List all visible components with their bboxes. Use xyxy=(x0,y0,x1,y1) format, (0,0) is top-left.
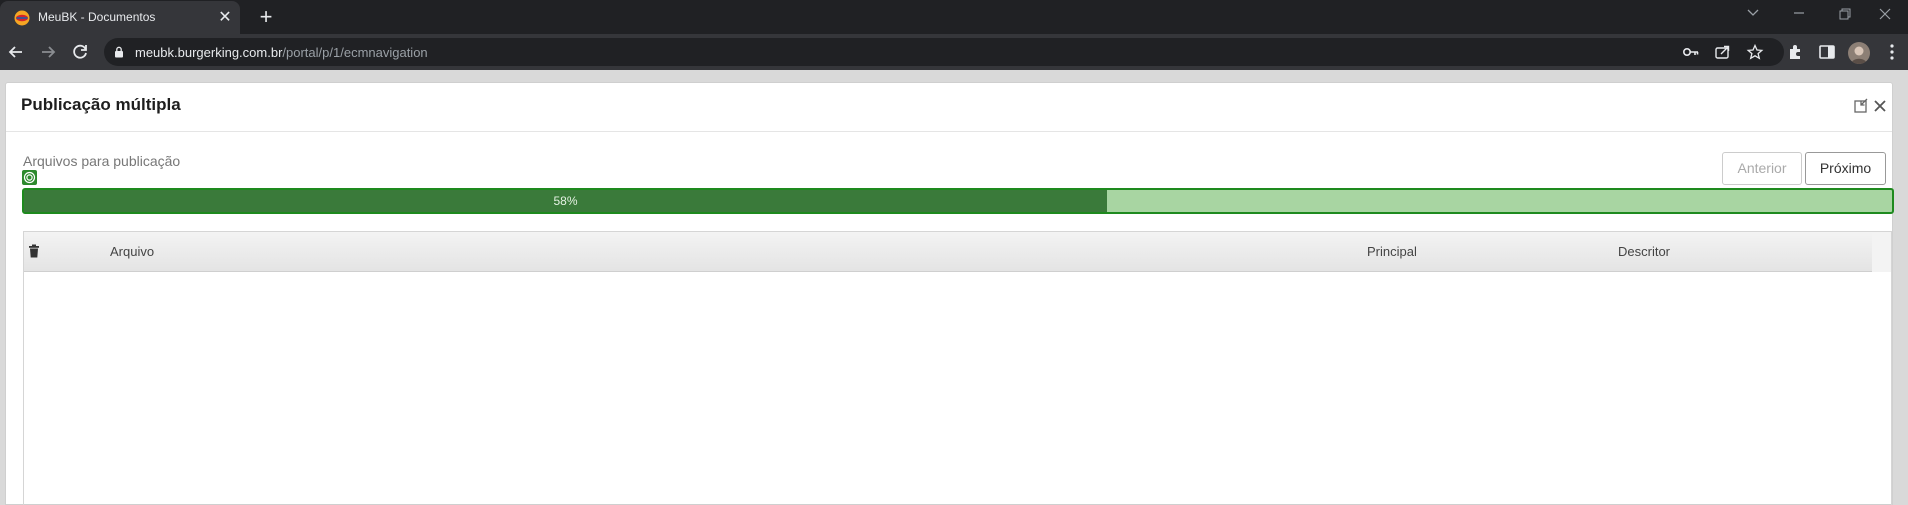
tab-search-icon[interactable] xyxy=(1730,0,1776,28)
back-icon[interactable] xyxy=(5,41,27,63)
forward-icon[interactable] xyxy=(37,41,59,63)
upload-progress-bar: 58% xyxy=(22,188,1894,214)
reload-icon[interactable] xyxy=(69,41,91,63)
close-tab-icon[interactable]: ✕ xyxy=(216,9,234,27)
url-host: meubk.burgerking.com.br xyxy=(135,45,283,60)
progress-target-icon xyxy=(22,170,37,185)
side-panel-icon[interactable] xyxy=(1818,43,1836,61)
modal-header: Publicação múltipla xyxy=(6,83,1892,132)
table-header: Arquivo Principal Descritor xyxy=(24,232,1872,272)
next-button[interactable]: Próximo xyxy=(1805,152,1886,185)
profile-avatar[interactable] xyxy=(1848,42,1870,64)
minimize-icon[interactable] xyxy=(1776,0,1822,28)
new-tab-button[interactable]: + xyxy=(254,6,278,28)
share-icon[interactable] xyxy=(1714,44,1732,60)
close-modal-icon[interactable] xyxy=(1872,98,1888,114)
burger-king-favicon-icon xyxy=(14,10,30,26)
minimize-modal-icon[interactable] xyxy=(1853,98,1869,114)
multiple-publication-modal: Publicação múltipla Arquivos para public… xyxy=(5,82,1894,505)
tab-title: MeuBK - Documentos xyxy=(38,10,156,24)
progress-label: 58% xyxy=(553,194,578,208)
section-label: Arquivos para publicação xyxy=(23,153,181,169)
column-header-main[interactable]: Principal xyxy=(1367,244,1417,259)
files-table: Arquivo Principal Descritor xyxy=(23,231,1892,505)
address-bar[interactable]: meubk.burgerking.com.br/portal/p/1/ecmna… xyxy=(104,38,1784,66)
column-header-descriptor[interactable]: Descritor xyxy=(1618,244,1670,259)
column-header-file[interactable]: Arquivo xyxy=(110,244,154,259)
lock-icon[interactable] xyxy=(114,46,124,58)
menu-kebab-icon[interactable] xyxy=(1883,43,1901,61)
trash-icon[interactable] xyxy=(28,244,40,258)
modal-title: Publicação múltipla xyxy=(21,95,181,114)
bookmark-star-icon[interactable] xyxy=(1746,44,1764,60)
close-window-icon[interactable] xyxy=(1862,0,1908,28)
url-text[interactable]: meubk.burgerking.com.br/portal/p/1/ecmna… xyxy=(135,45,428,60)
previous-button[interactable]: Anterior xyxy=(1722,152,1802,185)
url-path: /portal/p/1/ecmnavigation xyxy=(282,45,428,60)
key-icon[interactable] xyxy=(1682,44,1700,60)
browser-toolbar: meubk.burgerking.com.br/portal/p/1/ecmna… xyxy=(0,34,1908,70)
table-header-scroll-spacer xyxy=(1872,232,1891,272)
browser-tab-strip: MeuBK - Documentos ✕ + xyxy=(0,0,1908,34)
browser-tab[interactable]: MeuBK - Documentos ✕ xyxy=(0,1,240,34)
extensions-icon[interactable] xyxy=(1786,43,1804,61)
